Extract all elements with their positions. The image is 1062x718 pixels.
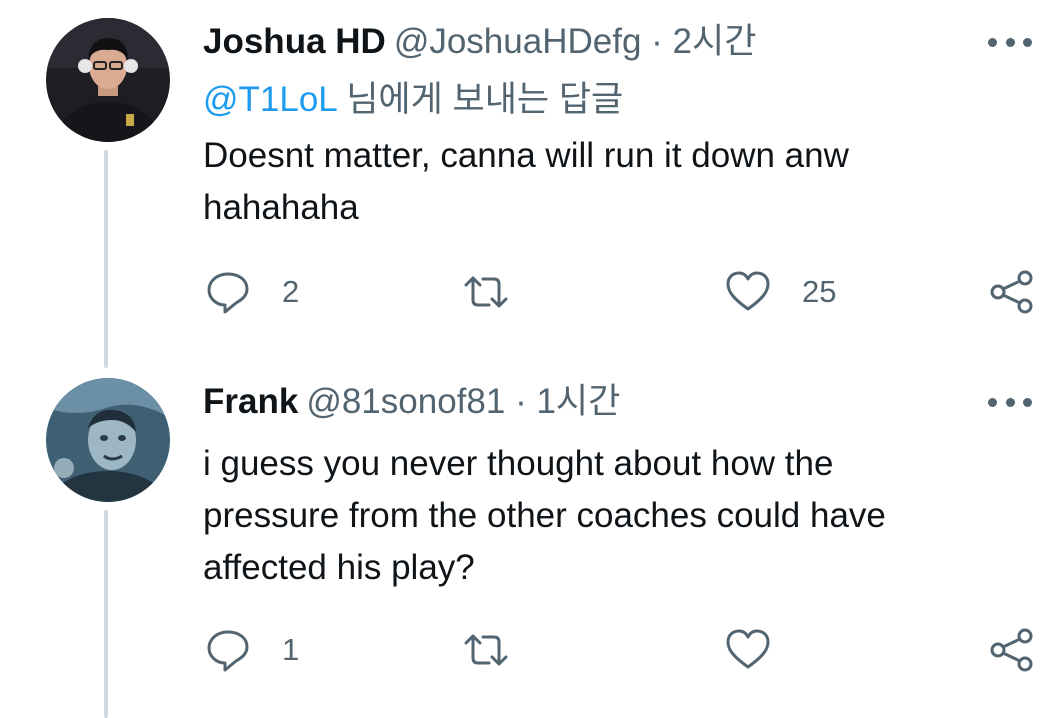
tweet-header: Joshua HD @JoshuaHDefg · 2시간 (203, 20, 756, 64)
tweet-actions: 1 (0, 620, 1062, 680)
tweet-actions: 2 25 (0, 262, 1062, 322)
display-name[interactable]: Joshua HD (203, 22, 386, 61)
tweet-text-line: Doesnt matter, canna will run it down an… (203, 136, 849, 175)
reply-context: @T1LoL 님에게 보내는 답글 (203, 78, 623, 122)
share-button[interactable] (988, 620, 1036, 680)
share-button[interactable] (988, 262, 1036, 322)
like-button[interactable] (724, 620, 802, 680)
reply-button[interactable]: 2 (204, 262, 299, 322)
avatar[interactable] (46, 378, 170, 502)
share-icon (990, 628, 1033, 672)
reply-icon (207, 630, 249, 672)
reply-button[interactable]: 1 (204, 620, 299, 680)
tweet-text-line: affected his play? (203, 548, 475, 587)
tweet[interactable]: Joshua HD @JoshuaHDefg · 2시간 @T1LoL 님에게 보… (0, 0, 1062, 368)
tweet-header: Frank @81sonof81 · 1시간 (203, 380, 620, 424)
like-button[interactable]: 25 (724, 262, 836, 322)
tweet-text: Doesnt matter, canna will run it down an… (203, 130, 1003, 234)
more-options-icon[interactable] (988, 390, 1032, 414)
retweet-icon (464, 634, 508, 666)
reply-mention-link[interactable]: @T1LoL (203, 80, 336, 119)
retweet-button[interactable] (462, 262, 540, 322)
timestamp[interactable]: 2시간 (673, 22, 757, 61)
tweet-text-line: pressure from the other coaches could ha… (203, 496, 886, 535)
like-icon (726, 629, 770, 669)
display-name[interactable]: Frank (203, 382, 298, 421)
reply-count: 2 (282, 274, 300, 309)
reply-thread: Joshua HD @JoshuaHDefg · 2시간 @T1LoL 님에게 보… (0, 0, 1062, 718)
reply-icon (207, 272, 249, 314)
more-options-icon[interactable] (988, 30, 1032, 54)
user-handle[interactable]: @JoshuaHDefg (394, 22, 642, 61)
like-count: 25 (802, 274, 837, 309)
retweet-button[interactable] (462, 620, 540, 680)
timestamp[interactable]: 1시간 (536, 382, 620, 421)
like-icon (726, 271, 770, 311)
separator-dot: · (515, 382, 527, 421)
reply-count: 1 (282, 632, 300, 667)
separator-dot: · (651, 22, 663, 61)
tweet-text-line: hahahaha (203, 188, 359, 227)
user-handle[interactable]: @81sonof81 (306, 382, 505, 421)
thread-connector-line (104, 150, 108, 368)
tweet-text-line: i guess you never thought about how the (203, 444, 834, 483)
thread-connector-line (104, 510, 108, 718)
reply-context-label: 님에게 보내는 답글 (336, 80, 624, 119)
tweet[interactable]: Frank @81sonof81 · 1시간 i guess you never … (0, 360, 1062, 718)
share-icon (990, 270, 1033, 314)
avatar[interactable] (46, 18, 170, 142)
retweet-icon (464, 276, 508, 308)
tweet-text: i guess you never thought about how the … (203, 438, 1003, 594)
